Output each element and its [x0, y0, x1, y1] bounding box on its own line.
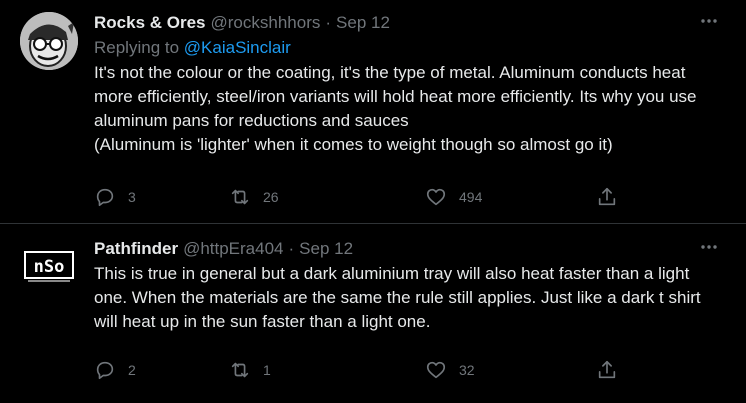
more-icon	[701, 245, 717, 249]
reply-icon	[96, 361, 114, 380]
share-icon	[598, 360, 616, 379]
reply-count: 2	[128, 362, 136, 378]
reply-icon	[96, 188, 114, 207]
like-button[interactable]: 494	[425, 185, 482, 209]
tweet-header: Pathfinder @httpEra404 · Sep 12	[94, 238, 726, 262]
retweet-button[interactable]: 26	[229, 185, 279, 209]
user-handle[interactable]: @rockshhhors	[211, 12, 321, 34]
more-options-button[interactable]	[696, 234, 722, 260]
avatar-image	[20, 12, 78, 70]
avatar-image: nSo	[20, 236, 78, 294]
timestamp[interactable]: Sep 12	[299, 238, 353, 260]
retweet-count: 1	[263, 362, 271, 378]
retweet-count: 26	[263, 189, 279, 205]
tweet-text: It's not the colour or the coating, it's…	[94, 61, 726, 157]
avatar-logo-text: nSo	[34, 257, 65, 277]
share-icon	[598, 187, 616, 206]
like-count: 494	[459, 189, 483, 205]
retweet-icon	[231, 362, 249, 378]
separator: ·	[288, 239, 295, 258]
tweet-header: Rocks & Ores @rockshhhors · Sep 12	[94, 12, 726, 36]
like-count: 32	[459, 362, 475, 378]
tweet-text-line: (Aluminum is 'lighter' when it comes to …	[94, 135, 613, 154]
avatar[interactable]	[20, 12, 78, 70]
tweet-actions: 2 1 32	[94, 358, 634, 382]
share-button[interactable]	[596, 185, 618, 209]
tweet-text: This is true in general but a dark alumi…	[94, 262, 726, 334]
tweet-1[interactable]: Rocks & Ores @rockshhhors · Sep 12 Reply…	[0, 0, 746, 224]
timestamp[interactable]: Sep 12	[336, 12, 390, 34]
mention-link[interactable]: @KaiaSinclair	[184, 38, 291, 57]
like-icon	[426, 361, 446, 379]
like-button[interactable]: 32	[425, 358, 475, 382]
display-name[interactable]: Rocks & Ores	[94, 12, 206, 34]
tweet-text-line: It's not the colour or the coating, it's…	[94, 63, 697, 130]
retweet-button[interactable]: 1	[229, 358, 271, 382]
separator: ·	[325, 13, 332, 32]
reply-count: 3	[128, 189, 136, 205]
reply-button[interactable]: 2	[94, 358, 136, 382]
more-options-button[interactable]	[696, 8, 722, 34]
share-button[interactable]	[596, 358, 618, 382]
retweet-icon	[231, 189, 249, 205]
reply-button[interactable]: 3	[94, 185, 136, 209]
tweet-actions: 3 26 494	[94, 185, 634, 209]
tweet-text-line: This is true in general but a dark alumi…	[94, 264, 701, 331]
avatar[interactable]: nSo	[20, 236, 78, 294]
like-icon	[426, 188, 446, 206]
more-icon	[701, 19, 717, 23]
tweet-2[interactable]: Pathfinder @httpEra404 · Sep 12 This is …	[0, 225, 746, 403]
user-handle[interactable]: @httpEra404	[183, 238, 283, 260]
replying-to-prefix: Replying to	[94, 38, 184, 57]
replying-to: Replying to @KaiaSinclair	[94, 37, 726, 59]
display-name[interactable]: Pathfinder	[94, 238, 178, 260]
